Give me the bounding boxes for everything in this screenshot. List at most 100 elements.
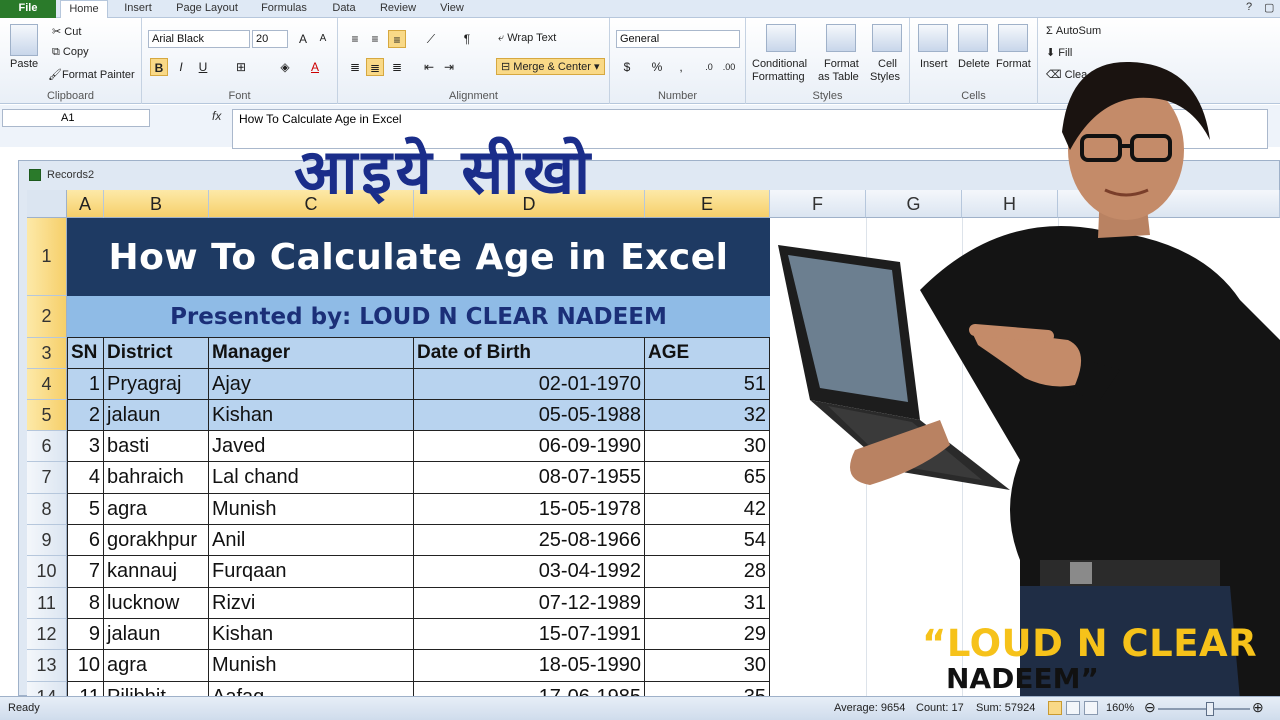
cell-age[interactable]: 32 bbox=[645, 400, 770, 431]
tab-formulas[interactable]: Formulas bbox=[254, 0, 314, 18]
cell-manager[interactable]: Furqaan bbox=[209, 556, 414, 588]
fill-color-icon[interactable]: ◈ bbox=[276, 58, 294, 76]
row-header-3[interactable]: 3 bbox=[27, 338, 67, 369]
cell-manager[interactable]: Kishan bbox=[209, 619, 414, 650]
cell-dob[interactable]: 18-05-1990 bbox=[414, 650, 645, 682]
cell-district[interactable]: lucknow bbox=[104, 588, 209, 619]
name-box[interactable]: A1 bbox=[2, 109, 150, 127]
tab-view[interactable]: View bbox=[432, 0, 472, 18]
cell-district[interactable]: gorakhpur bbox=[104, 525, 209, 556]
cell-dob[interactable]: 07-12-1989 bbox=[414, 588, 645, 619]
font-name-select[interactable]: Arial Black bbox=[148, 30, 250, 48]
paste-button[interactable]: Paste bbox=[10, 58, 38, 70]
tab-review[interactable]: Review bbox=[374, 0, 422, 18]
cell-district[interactable]: jalaun bbox=[104, 619, 209, 650]
cell-dob[interactable]: 03-04-1992 bbox=[414, 556, 645, 588]
borders-icon[interactable]: ⊞ bbox=[232, 58, 250, 76]
cell-age[interactable]: 30 bbox=[645, 431, 770, 462]
column-header-e[interactable]: E bbox=[645, 190, 770, 218]
underline-button[interactable]: U bbox=[194, 58, 212, 76]
row-header-11[interactable]: 11 bbox=[27, 588, 67, 619]
header-cell-district[interactable]: District bbox=[104, 338, 209, 369]
cell-sn[interactable]: 4 bbox=[67, 462, 104, 494]
cell-age[interactable]: 35 bbox=[645, 682, 770, 696]
paste-icon[interactable] bbox=[10, 24, 38, 56]
autosum-button[interactable]: Σ AutoSum bbox=[1046, 25, 1101, 37]
cell-dob[interactable]: 02-01-1970 bbox=[414, 369, 645, 400]
increase-indent-icon[interactable]: ⇥ bbox=[440, 58, 458, 76]
row-header-9[interactable]: 9 bbox=[27, 525, 67, 556]
align-bottom-icon[interactable]: ≡ bbox=[388, 30, 406, 48]
merge-center-button[interactable]: ⊟ Merge & Center ▾ bbox=[496, 58, 605, 75]
cell-district[interactable]: bahraich bbox=[104, 462, 209, 494]
currency-icon[interactable]: $ bbox=[618, 58, 636, 76]
cell-dob[interactable]: 15-05-1978 bbox=[414, 494, 645, 525]
zoom-in-icon[interactable]: ⊕ bbox=[1252, 699, 1264, 716]
grow-font-icon[interactable]: A bbox=[294, 30, 312, 48]
cell-manager[interactable]: Kishan bbox=[209, 400, 414, 431]
align-top-icon[interactable]: ≡ bbox=[346, 30, 364, 48]
column-header-a[interactable]: A bbox=[67, 190, 104, 218]
increase-decimal-icon[interactable]: .0 bbox=[700, 58, 718, 76]
cell-dob[interactable]: 25-08-1966 bbox=[414, 525, 645, 556]
cell-manager[interactable]: Javed bbox=[209, 431, 414, 462]
cell-dob[interactable]: 15-07-1991 bbox=[414, 619, 645, 650]
cell-district[interactable]: jalaun bbox=[104, 400, 209, 431]
tab-file[interactable]: File bbox=[0, 0, 56, 18]
cell-age[interactable]: 29 bbox=[645, 619, 770, 650]
align-center-icon[interactable]: ≣ bbox=[366, 58, 384, 76]
cell-manager[interactable]: Rizvi bbox=[209, 588, 414, 619]
cell-sn[interactable]: 1 bbox=[67, 369, 104, 400]
cell-age[interactable]: 54 bbox=[645, 525, 770, 556]
cell-sn[interactable]: 2 bbox=[67, 400, 104, 431]
tab-data[interactable]: Data bbox=[322, 0, 366, 18]
help-icon[interactable]: ? bbox=[1246, 1, 1252, 13]
cell-sn[interactable]: 6 bbox=[67, 525, 104, 556]
align-middle-icon[interactable]: ≡ bbox=[366, 30, 384, 48]
orientation-icon[interactable]: ⟋ bbox=[422, 30, 440, 48]
header-cell-manager[interactable]: Manager bbox=[209, 338, 414, 369]
copy-button[interactable]: ⧉ Copy bbox=[52, 46, 89, 59]
cell-sn[interactable]: 8 bbox=[67, 588, 104, 619]
cell-age[interactable]: 65 bbox=[645, 462, 770, 494]
percent-button[interactable]: % bbox=[648, 58, 666, 76]
page-layout-view-icon[interactable] bbox=[1066, 701, 1080, 715]
page-break-view-icon[interactable] bbox=[1084, 701, 1098, 715]
decrease-indent-icon[interactable]: ⇤ bbox=[420, 58, 438, 76]
row-header-10[interactable]: 10 bbox=[27, 556, 67, 588]
cell-age[interactable]: 51 bbox=[645, 369, 770, 400]
cell-age[interactable]: 28 bbox=[645, 556, 770, 588]
cell-age[interactable]: 30 bbox=[645, 650, 770, 682]
row-header-12[interactable]: 12 bbox=[27, 619, 67, 650]
shrink-font-icon[interactable]: A bbox=[314, 30, 332, 48]
cell-district[interactable]: Pilibhit bbox=[104, 682, 209, 696]
row-header-5[interactable]: 5 bbox=[27, 400, 67, 431]
row-header-1[interactable]: 1 bbox=[27, 218, 67, 296]
row-header-8[interactable]: 8 bbox=[27, 494, 67, 525]
cell-dob[interactable]: 05-05-1988 bbox=[414, 400, 645, 431]
cell-manager[interactable]: Lal chand bbox=[209, 462, 414, 494]
row-header-6[interactable]: 6 bbox=[27, 431, 67, 462]
fx-icon[interactable]: fx bbox=[212, 109, 221, 123]
tab-page-layout[interactable]: Page Layout bbox=[170, 0, 244, 18]
row-header-14[interactable]: 14 bbox=[27, 682, 67, 696]
cell-dob[interactable]: 17-06-1985 bbox=[414, 682, 645, 696]
header-cell-age[interactable]: AGE bbox=[645, 338, 770, 369]
cell-sn[interactable]: 5 bbox=[67, 494, 104, 525]
cell-manager[interactable]: Aafaq bbox=[209, 682, 414, 696]
row-header-2[interactable]: 2 bbox=[27, 296, 67, 338]
cell-sn[interactable]: 10 bbox=[67, 650, 104, 682]
tab-home[interactable]: Home bbox=[60, 0, 108, 19]
cell-sn[interactable]: 7 bbox=[67, 556, 104, 588]
number-format-select[interactable]: General bbox=[616, 30, 740, 48]
zoom-level[interactable]: 160% bbox=[1106, 702, 1134, 714]
cell-sn[interactable]: 3 bbox=[67, 431, 104, 462]
cell-district[interactable]: agra bbox=[104, 650, 209, 682]
row-header-4[interactable]: 4 bbox=[27, 369, 67, 400]
cut-button[interactable]: ✂ Cut bbox=[52, 25, 81, 38]
cell-sn[interactable]: 9 bbox=[67, 619, 104, 650]
zoom-out-icon[interactable]: ⊖ bbox=[1144, 699, 1156, 716]
cell-district[interactable]: kannauj bbox=[104, 556, 209, 588]
bold-button[interactable]: B bbox=[150, 58, 168, 76]
comma-button[interactable]: , bbox=[672, 58, 690, 76]
